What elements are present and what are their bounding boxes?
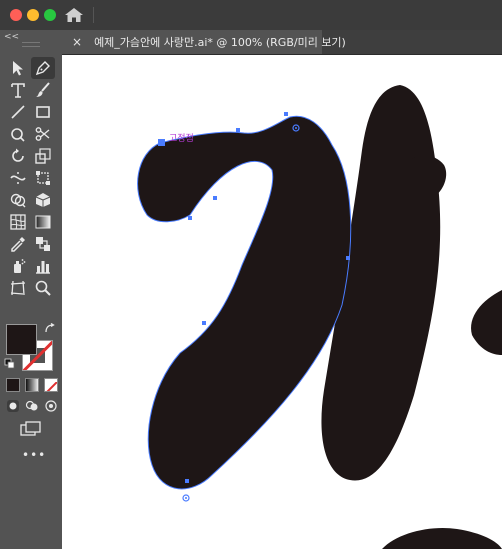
edit-toolbar-button[interactable]: ••• [22, 448, 46, 462]
gradient-icon [35, 215, 51, 229]
default-colors-icon[interactable] [4, 358, 16, 370]
glyph-main-shape[interactable] [137, 115, 352, 490]
glyph-right-partial[interactable] [471, 290, 502, 355]
shaper-tool[interactable] [6, 123, 30, 145]
column-graph-tool[interactable] [31, 255, 55, 277]
free-transform-icon [36, 171, 50, 185]
rectangle-icon [36, 106, 50, 118]
anchor-point[interactable] [185, 479, 189, 483]
swap-fill-stroke-icon[interactable] [44, 323, 56, 335]
type-tool[interactable] [6, 79, 30, 101]
shaper-icon [11, 128, 25, 142]
draw-inside-icon[interactable] [44, 399, 58, 413]
none-slash-icon [46, 381, 57, 391]
window-titlebar [0, 0, 502, 31]
glyph-bump[interactable] [401, 155, 447, 204]
gradient-tool[interactable] [31, 211, 55, 233]
type-icon [11, 83, 25, 98]
paintbrush-tool[interactable] [31, 79, 55, 101]
cube-icon [35, 193, 51, 207]
minimize-window-button[interactable] [27, 9, 39, 21]
line-icon [11, 105, 25, 119]
shape-builder-icon [10, 193, 26, 208]
scissors-tool[interactable] [31, 123, 55, 145]
rotate-tool[interactable] [6, 145, 30, 167]
eyedropper-icon [11, 237, 25, 252]
blend-icon [36, 237, 50, 251]
home-icon[interactable] [64, 7, 84, 23]
magnifier-icon [35, 280, 51, 296]
anchor-point[interactable] [213, 196, 217, 200]
glyph-bottom-partial[interactable] [382, 527, 502, 549]
tools-panel: << ••• [0, 30, 63, 549]
line-tool[interactable] [6, 101, 30, 123]
document-title: 예제_가슴안에 사랑만.ai* @ 100% (RGB/미리 보기) [94, 36, 346, 49]
eyedropper-tool[interactable] [6, 233, 30, 255]
anchor-point[interactable] [346, 256, 350, 260]
draw-behind-icon[interactable] [25, 399, 39, 413]
scissors-icon [35, 127, 50, 141]
scale-icon [35, 148, 51, 164]
spray-can-icon [14, 259, 26, 273]
selection-tool[interactable] [6, 57, 30, 79]
zoom-tool[interactable] [31, 277, 55, 299]
blend-tool[interactable] [31, 233, 55, 255]
bar-chart-icon [36, 261, 50, 274]
anchor-point[interactable] [202, 321, 206, 325]
artboard-icon [10, 280, 26, 296]
artboard-canvas[interactable]: 고정점 [62, 55, 502, 549]
width-tool[interactable] [6, 167, 30, 189]
rotate-icon [12, 148, 24, 162]
perspective-grid-tool[interactable] [31, 189, 55, 211]
collapse-panel-button[interactable]: << [4, 32, 19, 42]
fill-swatch[interactable] [6, 324, 37, 355]
mesh-icon [10, 214, 26, 230]
width-icon [10, 172, 26, 184]
close-tab-button[interactable]: × [72, 35, 82, 49]
center-point-dot [295, 127, 297, 129]
screen-mode-icon[interactable] [20, 421, 42, 437]
anchor-point[interactable] [188, 216, 192, 220]
brush-icon [36, 82, 50, 97]
draw-normal-icon[interactable] [6, 399, 20, 413]
gradient-mode-button[interactable] [25, 378, 39, 392]
pivot-point-dot [185, 497, 187, 499]
mesh-tool[interactable] [6, 211, 30, 233]
pen-tool[interactable] [31, 57, 55, 79]
anchor-point[interactable] [284, 112, 288, 116]
rectangle-tool[interactable] [31, 101, 55, 123]
arrow-pointer-icon [13, 61, 23, 76]
pen-icon [35, 61, 50, 76]
document-tab[interactable]: × 예제_가슴안에 사랑만.ai* @ 100% (RGB/미리 보기) [62, 30, 346, 54]
panel-grip[interactable] [22, 42, 40, 47]
close-window-button[interactable] [10, 9, 22, 21]
artwork[interactable] [62, 55, 502, 549]
selected-anchor-point[interactable] [158, 139, 165, 146]
zoom-window-button[interactable] [44, 9, 56, 21]
color-mode-button[interactable] [6, 378, 20, 392]
artboard-tool[interactable] [6, 277, 30, 299]
free-transform-tool[interactable] [31, 167, 55, 189]
titlebar-divider [93, 7, 94, 23]
symbol-sprayer-tool[interactable] [6, 255, 30, 277]
none-mode-button[interactable] [44, 378, 58, 392]
document-tab-bar: × 예제_가슴안에 사랑만.ai* @ 100% (RGB/미리 보기) [62, 30, 502, 55]
anchor-point[interactable] [236, 128, 240, 132]
scale-tool[interactable] [31, 145, 55, 167]
shape-builder-tool[interactable] [6, 189, 30, 211]
anchor-smart-guide-label: 고정점 [169, 134, 194, 144]
